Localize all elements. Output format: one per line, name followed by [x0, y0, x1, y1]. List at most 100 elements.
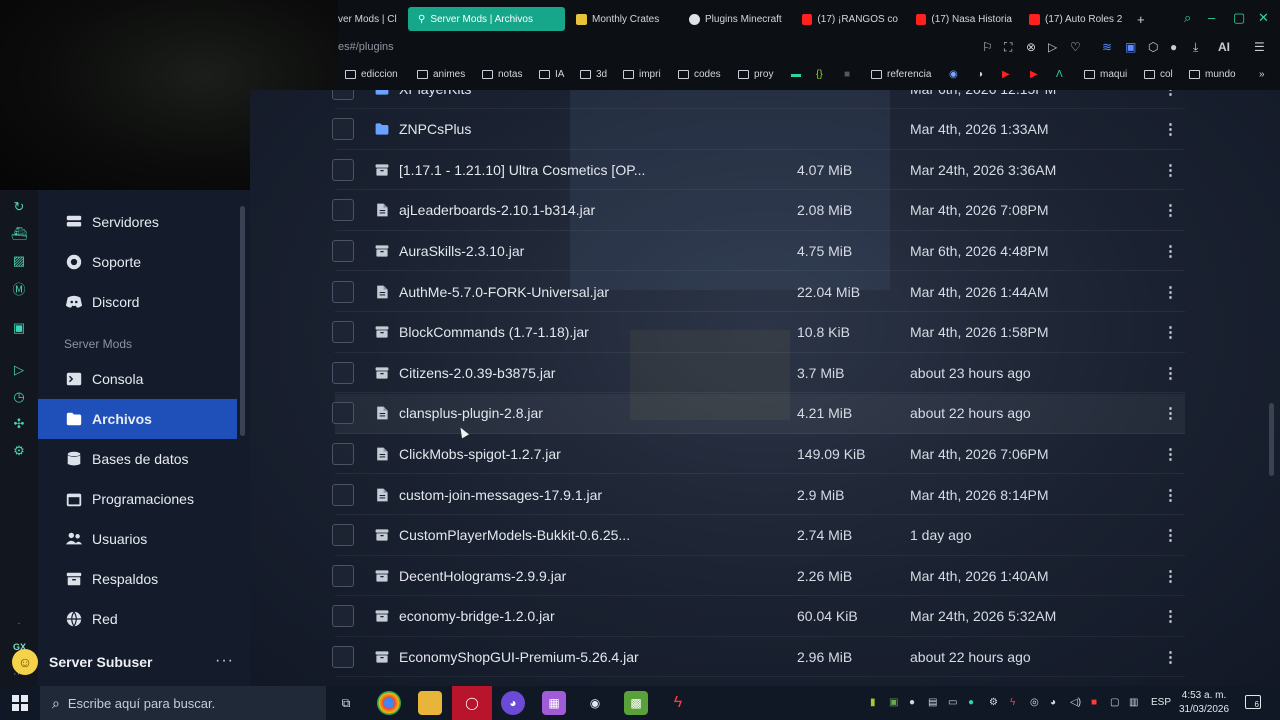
row-menu-icon[interactable]: ⋮	[1163, 567, 1178, 585]
task-view-icon[interactable]: ⧉	[334, 691, 358, 715]
file-row[interactable]: EconomyShopGUI-Premium-5.26.4.jar 2.96 Mi…	[332, 637, 1185, 678]
bookmark-square-icon[interactable]: ■	[844, 69, 850, 80]
file-name[interactable]: EconomyShopGUI-Premium-5.26.4.jar	[399, 649, 639, 665]
file-name[interactable]: CustomPlayerModels-Bukkit-0.6.25...	[399, 527, 630, 543]
tray-mic-icon[interactable]: ●	[909, 697, 915, 708]
tab-plugins-minecraft[interactable]: Plugins Minecraft	[689, 7, 785, 31]
row-menu-icon[interactable]: ⋮	[1163, 161, 1178, 179]
tray-discord-icon[interactable]: ◕	[1050, 697, 1056, 708]
row-checkbox[interactable]	[332, 158, 354, 181]
bookmark-a-icon[interactable]: Λ	[1056, 69, 1063, 80]
steam-icon[interactable]: ◉	[949, 69, 958, 80]
tab-monthly-crates[interactable]: Monthly Crates	[576, 7, 676, 31]
url-text[interactable]: es#/plugins	[338, 41, 394, 53]
heart-icon[interactable]: ♡	[1070, 40, 1081, 54]
tray-power-icon[interactable]: ▭	[948, 697, 957, 708]
tray-window-icon[interactable]: ▢	[1110, 697, 1119, 708]
minimize-icon[interactable]: –	[1208, 10, 1215, 25]
tray-lightning-icon[interactable]: ϟ	[1010, 697, 1015, 708]
bookmark-folder-mundo[interactable]: mundo	[1189, 69, 1236, 80]
tab-rangos[interactable]: (17) ¡RANGOS co	[802, 7, 898, 31]
close-icon[interactable]: ✕	[1258, 10, 1269, 26]
row-menu-icon[interactable]: ⋮	[1163, 283, 1178, 301]
file-name[interactable]: ajLeaderboards-2.10.1-b314.jar	[399, 202, 595, 218]
sidebar-item-red[interactable]: Red	[38, 599, 237, 639]
bookmark-folder-ediccion[interactable]: ediccion	[345, 69, 398, 80]
sidebar-scrollbar[interactable]	[240, 206, 245, 436]
file-name[interactable]: BlockCommands (1.7-1.18).jar	[399, 324, 589, 340]
row-checkbox[interactable]	[332, 483, 354, 506]
file-row[interactable]: ClickMobs-spigot-1.2.7.jar 149.09 KiB Mar …	[332, 434, 1185, 475]
ai-button[interactable]: AI	[1218, 40, 1230, 54]
tray-battery-icon[interactable]: ▮	[870, 697, 876, 708]
file-name[interactable]: [1.17.1 - 1.21.10] Ultra Cosmetics [OP..…	[399, 162, 645, 178]
file-row[interactable]: ZNPCsPlus Mar 4th, 2026 1:33AM ⋮	[332, 110, 1185, 150]
main-scrollbar[interactable]	[1269, 403, 1274, 476]
row-checkbox[interactable]	[332, 442, 354, 465]
sidebar-item-soporte[interactable]: Soporte	[38, 242, 237, 282]
row-menu-icon[interactable]: ⋮	[1163, 242, 1178, 260]
discord-taskbar-icon[interactable]: ◕	[501, 691, 525, 715]
translate-icon[interactable]: ▣	[1125, 40, 1136, 54]
notification-icon[interactable]: 6	[1245, 695, 1261, 709]
play-icon[interactable]: ▷	[1048, 40, 1057, 54]
row-checkbox[interactable]	[332, 524, 354, 547]
file-name[interactable]: DecentHolograms-2.9.9.jar	[399, 568, 566, 584]
settings-icon[interactable]: ⚙	[11, 443, 27, 459]
lightning-app-icon[interactable]: ϟ	[666, 691, 690, 715]
sidebar-item-usuarios[interactable]: Usuarios	[38, 519, 237, 559]
row-checkbox[interactable]	[332, 564, 354, 587]
row-menu-icon[interactable]: ⋮	[1163, 607, 1178, 625]
sidebar-item-discord[interactable]: Discord	[38, 282, 237, 322]
tab-server-mods-archivos[interactable]: ⚲ Server Mods | Archivos	[408, 7, 565, 31]
profile-icon[interactable]: ●	[1170, 40, 1177, 54]
file-row[interactable]: DecentHolograms-2.9.9.jar 2.26 MiB Mar 4th…	[332, 556, 1185, 597]
bookmark-folder-3d[interactable]: 3d	[580, 69, 607, 80]
bookmark-folder-referencia[interactable]: referencia	[871, 69, 931, 80]
search-tabs-icon[interactable]: ⌕	[1184, 10, 1191, 26]
file-row[interactable]: XPlayerKits Mar 6th, 2026 12:15PM ⋮	[332, 90, 1185, 109]
row-checkbox[interactable]	[332, 361, 354, 384]
download-icon[interactable]: ⤓	[1193, 40, 1198, 55]
play-circle-icon[interactable]: ▷	[11, 362, 27, 378]
address-bar[interactable]: es#/plugins	[338, 36, 1280, 60]
new-tab-button[interactable]: +	[1137, 7, 1151, 31]
taskbar-search[interactable]: ⌕ Escribe aquí para buscar.	[40, 686, 326, 720]
menu-icon[interactable]: ☰	[1254, 40, 1265, 54]
file-explorer-icon[interactable]	[418, 691, 442, 715]
row-checkbox[interactable]	[332, 321, 354, 344]
tray-nvidia-icon[interactable]: ▣	[889, 697, 898, 708]
sidebar-item-respaldos[interactable]: Respaldos	[38, 559, 237, 599]
file-row[interactable]: ajLeaderboards-2.10.1-b314.jar 2.08 MiB Ma…	[332, 191, 1185, 231]
grid-icon[interactable]: ▨	[11, 253, 27, 269]
row-menu-icon[interactable]: ⋮	[1163, 90, 1178, 98]
file-name[interactable]: economy-bridge-1.2.0.jar	[399, 608, 555, 624]
sidebar-item-servidores[interactable]: Servidores	[38, 202, 237, 242]
row-checkbox[interactable]	[332, 402, 354, 425]
row-checkbox[interactable]	[332, 280, 354, 303]
screenshot-icon[interactable]: ⛶	[1004, 40, 1012, 55]
row-checkbox[interactable]	[332, 90, 354, 100]
bookmark-folder-col[interactable]: col	[1144, 69, 1173, 80]
bookmark-folder-animes[interactable]: animes	[417, 69, 465, 80]
tab-nasa-historia[interactable]: (17) Nasa Historia	[916, 7, 1012, 31]
maximize-icon[interactable]: ▢	[1233, 10, 1245, 26]
bookmarks-more-icon[interactable]: »	[1259, 69, 1265, 80]
file-name[interactable]: ZNPCsPlus	[399, 121, 471, 137]
file-row[interactable]: CustomPlayerModels-Bukkit-0.6.25... 2.74 …	[332, 516, 1185, 556]
file-name[interactable]: custom-join-messages-17.9.1.jar	[399, 487, 602, 503]
refresh-icon[interactable]: ↻	[11, 199, 27, 215]
user-more-button[interactable]: ···	[215, 652, 234, 670]
row-checkbox[interactable]	[332, 118, 354, 141]
tab-server-mods-prev[interactable]: ver Mods | Cl	[338, 7, 400, 31]
sidebar-item-consola[interactable]: Consola	[38, 359, 237, 399]
file-name[interactable]: XPlayerKits	[399, 90, 471, 97]
tray-volume-icon[interactable]: ◁)	[1070, 697, 1081, 708]
bookmark-dash-icon[interactable]: ▬	[791, 69, 801, 80]
file-row[interactable]: AuraSkills-2.3.10.jar 4.75 MiB Mar 6th, 20…	[332, 231, 1185, 272]
twitch-icon[interactable]: ▣	[11, 320, 27, 336]
pin-extension-icon[interactable]: ⚐	[982, 40, 993, 54]
youtube-bookmark-icon[interactable]: ▶	[1002, 69, 1010, 80]
row-checkbox[interactable]	[332, 645, 354, 668]
file-row[interactable]: economy-bridge-1.2.0.jar 60.04 KiB Mar 24t…	[332, 597, 1185, 637]
